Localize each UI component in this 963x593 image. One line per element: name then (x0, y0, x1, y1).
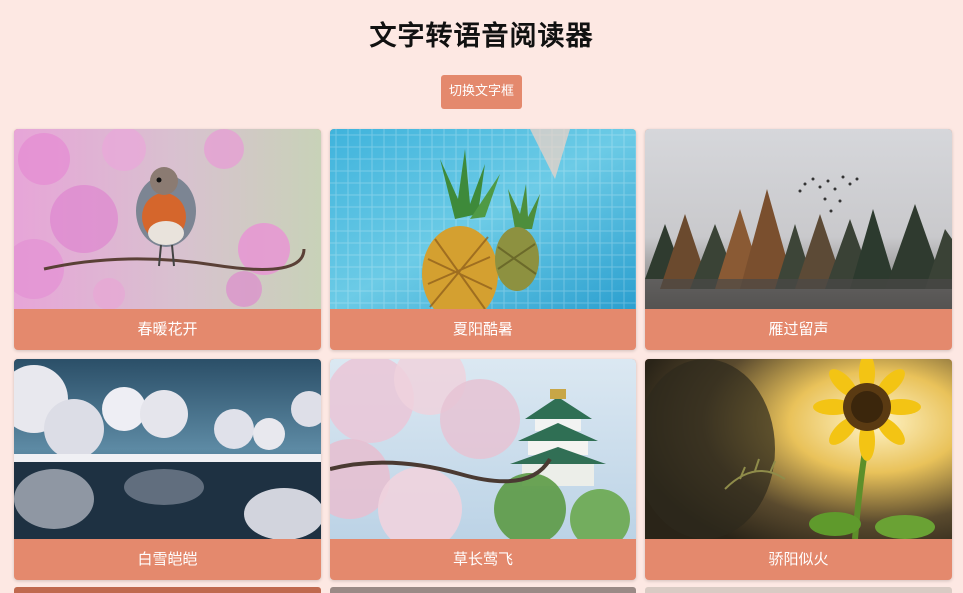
next-row-card-peek (330, 587, 636, 593)
card-caption: 雁过留声 (768, 320, 829, 338)
pineapple-pool-image (330, 129, 636, 309)
image-card[interactable]: 夏阳酷暑 (330, 129, 636, 350)
image-card[interactable]: 草长莺飞 (330, 359, 636, 580)
page-header: 文字转语音阅读器 切换文字框 (0, 0, 963, 109)
image-card[interactable]: 骄阳似火 (645, 359, 952, 580)
image-card[interactable]: 春暖花开 (14, 129, 321, 350)
next-row-card-peek (645, 587, 952, 593)
card-caption: 夏阳酷暑 (452, 320, 513, 338)
image-card[interactable]: 白雪皑皑 (14, 359, 321, 580)
forest-birds-image (645, 129, 952, 309)
card-caption: 春暖花开 (137, 320, 198, 338)
image-card-grid: 春暖花开 夏阳酷暑 雁过留声 白雪皑皑 草长莺飞 骄阳似火 (14, 129, 952, 580)
robin-blossom-image (14, 129, 321, 309)
next-row-card-peek (14, 587, 321, 593)
card-caption: 白雪皑皑 (137, 550, 198, 568)
sunflower-image (645, 359, 952, 539)
cherry-castle-image (330, 359, 636, 539)
card-caption: 草长莺飞 (452, 550, 513, 568)
toggle-textbox-button[interactable]: 切换文字框 (440, 75, 522, 109)
page-title: 文字转语音阅读器 (369, 21, 594, 52)
card-caption: 骄阳似火 (768, 550, 829, 568)
image-card[interactable]: 雁过留声 (645, 129, 952, 350)
snowy-lake-image (14, 359, 321, 539)
